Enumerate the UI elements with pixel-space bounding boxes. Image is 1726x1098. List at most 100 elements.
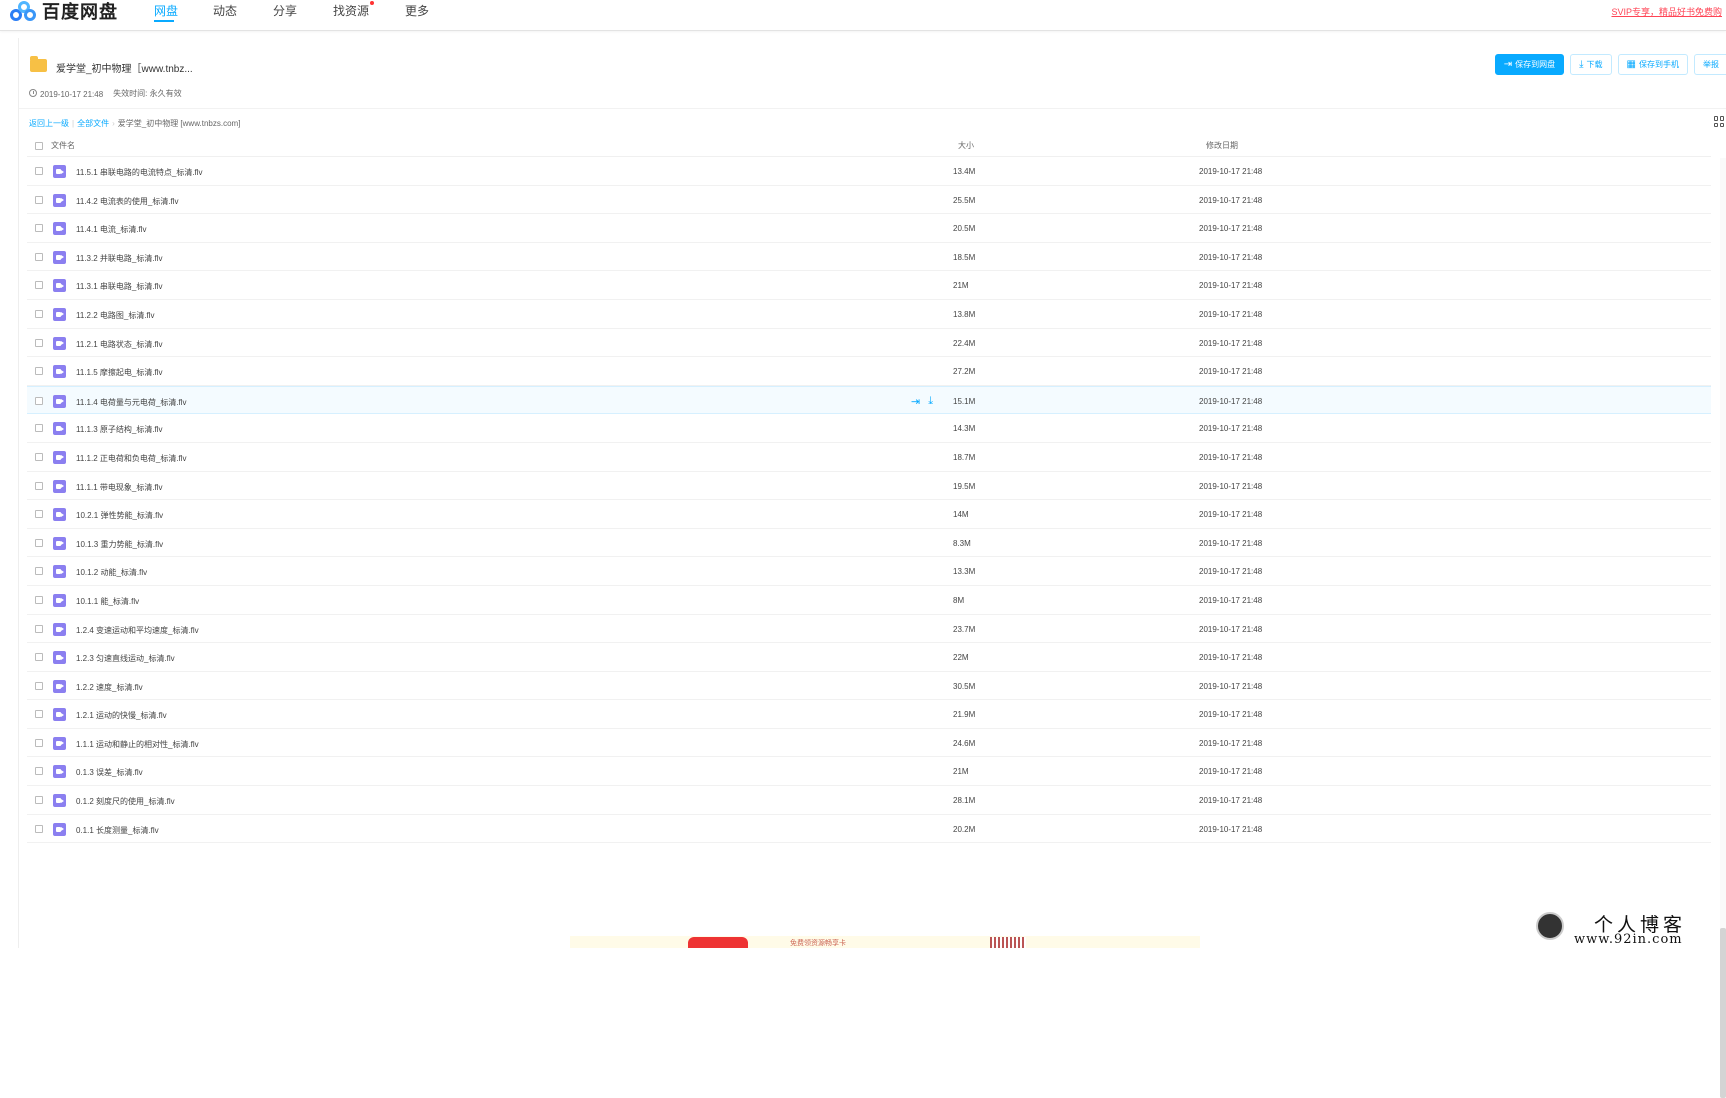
- file-row[interactable]: 1.2.4 变速运动和平均速度_标清.flv 23.7M 2019-10-17 21…: [27, 615, 1711, 644]
- file-row[interactable]: 0.1.1 长度测量_标清.flv 20.2M 2019-10-17 21:48: [27, 815, 1711, 844]
- scrollbar-thumb[interactable]: [1720, 928, 1726, 1098]
- file-name[interactable]: 11.1.4 电荷量与元电荷_标清.flv: [76, 397, 187, 408]
- file-name[interactable]: 11.4.1 电流_标清.flv: [76, 224, 147, 235]
- file-name[interactable]: 0.1.2 刻度尺的使用_标清.flv: [76, 796, 175, 807]
- file-checkbox[interactable]: [35, 338, 43, 347]
- scrollbar-track[interactable]: [1720, 158, 1726, 1098]
- file-checkbox[interactable]: [35, 424, 43, 433]
- row-download-icon[interactable]: ⤓: [928, 395, 933, 408]
- nav-netdisk[interactable]: 网盘: [154, 2, 178, 19]
- file-name[interactable]: 11.3.2 并联电路_标清.flv: [76, 253, 163, 264]
- file-name[interactable]: 1.2.4 变速运动和平均速度_标清.flv: [76, 625, 199, 636]
- file-row[interactable]: 11.1.5 摩擦起电_标清.flv 27.2M 2019-10-17 21:48: [27, 357, 1711, 386]
- file-checkbox[interactable]: [35, 195, 43, 204]
- file-row[interactable]: 11.1.4 电荷量与元电荷_标清.flv ⇥ ⤓ 15.1M 2019-10-17 2…: [27, 385, 1711, 415]
- file-checkbox[interactable]: [35, 824, 43, 833]
- file-row[interactable]: 11.1.2 正电荷和负电荷_标清.flv 18.7M 2019-10-17 21:…: [27, 443, 1711, 472]
- file-row[interactable]: 11.2.2 电路图_标清.flv 13.8M 2019-10-17 21:48: [27, 300, 1711, 329]
- file-checkbox[interactable]: [35, 738, 43, 747]
- file-row[interactable]: 1.2.1 运动的快慢_标清.flv 21.9M 2019-10-17 21:48: [27, 700, 1711, 729]
- file-row[interactable]: 1.2.3 匀速直线运动_标清.flv 22M 2019-10-17 21:48: [27, 643, 1711, 672]
- file-row[interactable]: 11.5.1 串联电路的电流特点_标清.flv 13.4M 2019-10-17 2…: [27, 157, 1711, 186]
- file-row[interactable]: 1.1.1 运动和静止的相对性_标清.flv 24.6M 2019-10-17 21…: [27, 729, 1711, 758]
- file-name[interactable]: 10.1.3 重力势能_标清.flv: [76, 539, 163, 550]
- file-name[interactable]: 11.1.2 正电荷和负电荷_标清.flv: [76, 453, 187, 464]
- video-file-icon: [53, 736, 66, 750]
- report-button[interactable]: 举报: [1694, 54, 1726, 75]
- row-save-icon[interactable]: ⇥: [911, 395, 920, 408]
- file-name[interactable]: 10.1.2 动能_标清.flv: [76, 567, 147, 578]
- download-button[interactable]: ⤓ 下载: [1570, 54, 1612, 75]
- file-size: 13.4M: [953, 167, 976, 176]
- column-header-date[interactable]: 修改日期: [1206, 140, 1238, 151]
- file-name[interactable]: 11.2.2 电路图_标清.flv: [76, 310, 155, 321]
- file-checkbox[interactable]: [35, 481, 43, 490]
- file-checkbox[interactable]: [35, 681, 43, 690]
- file-row[interactable]: 11.2.1 电路状态_标清.flv 22.4M 2019-10-17 21:48: [27, 329, 1711, 358]
- file-name[interactable]: 1.2.1 运动的快慢_标清.flv: [76, 710, 167, 721]
- file-checkbox[interactable]: [35, 624, 43, 633]
- file-row[interactable]: 11.3.2 并联电路_标清.flv 18.5M 2019-10-17 21:48: [27, 243, 1711, 272]
- file-row[interactable]: 0.1.2 刻度尺的使用_标清.flv 28.1M 2019-10-17 21:48: [27, 786, 1711, 815]
- file-name[interactable]: 11.1.1 带电现象_标清.flv: [76, 482, 163, 493]
- file-checkbox[interactable]: [35, 595, 43, 604]
- promo-banner[interactable]: 免费领资源畅享卡: [570, 936, 1200, 948]
- breadcrumb-all-files[interactable]: 全部文件: [77, 119, 109, 128]
- file-checkbox[interactable]: [35, 538, 43, 547]
- file-row[interactable]: 10.1.3 重力势能_标清.flv 8.3M 2019-10-17 21:48: [27, 529, 1711, 558]
- file-checkbox[interactable]: [35, 252, 43, 261]
- file-row[interactable]: 0.1.3 误差_标清.flv 21M 2019-10-17 21:48: [27, 757, 1711, 787]
- file-row[interactable]: 11.1.3 原子结构_标清.flv 14.3M 2019-10-17 21:48: [27, 414, 1711, 443]
- file-name[interactable]: 11.1.3 原子结构_标清.flv: [76, 424, 163, 435]
- svip-promo-link[interactable]: SVIP专享，精品好书免费购: [1611, 5, 1722, 18]
- file-name[interactable]: 1.2.3 匀速直线运动_标清.flv: [76, 653, 175, 664]
- file-row[interactable]: 11.3.1 串联电路_标清.flv 21M 2019-10-17 21:48: [27, 271, 1711, 300]
- file-checkbox[interactable]: [35, 510, 43, 519]
- file-name[interactable]: 11.4.2 电流表的使用_标清.flv: [76, 196, 179, 207]
- qrcode-icon: ▦: [1626, 59, 1636, 70]
- save-to-phone-button[interactable]: ▦ 保存到手机: [1617, 54, 1688, 75]
- file-name[interactable]: 11.3.1 串联电路_标清.flv: [76, 281, 163, 292]
- baidu-netdisk-logo[interactable]: 百度网盘: [10, 0, 118, 22]
- file-checkbox[interactable]: [35, 796, 43, 805]
- file-row[interactable]: 11.1.1 带电现象_标清.flv 19.5M 2019-10-17 21:48: [27, 472, 1711, 501]
- file-name[interactable]: 1.2.2 速度_标清.flv: [76, 682, 143, 693]
- file-checkbox[interactable]: [35, 710, 43, 719]
- file-row[interactable]: 10.1.1 能_标清.flv 8M 2019-10-17 21:48: [27, 586, 1711, 615]
- file-row[interactable]: 10.1.2 动能_标清.flv 13.3M 2019-10-17 21:48: [27, 557, 1711, 586]
- file-row[interactable]: 10.2.1 弹性势能_标清.flv 14M 2019-10-17 21:48: [27, 500, 1711, 529]
- breadcrumb-back[interactable]: 返回上一级: [29, 119, 69, 128]
- file-name[interactable]: 10.1.1 能_标清.flv: [76, 596, 139, 607]
- nav-more[interactable]: 更多: [405, 2, 429, 19]
- select-all-checkbox[interactable]: [35, 142, 43, 150]
- file-checkbox[interactable]: [35, 567, 43, 576]
- file-name[interactable]: 0.1.3 误差_标清.flv: [76, 767, 143, 778]
- file-checkbox[interactable]: [35, 281, 43, 290]
- file-name[interactable]: 11.2.1 电路状态_标清.flv: [76, 339, 163, 350]
- file-size: 13.3M: [953, 567, 976, 577]
- file-checkbox[interactable]: [35, 767, 43, 776]
- grid-view-icon[interactable]: [1714, 116, 1725, 127]
- file-checkbox[interactable]: [35, 452, 43, 461]
- file-row[interactable]: 11.4.2 电流表的使用_标清.flv 25.5M 2019-10-17 21:4…: [27, 186, 1711, 215]
- file-row[interactable]: 11.4.1 电流_标清.flv 20.5M 2019-10-17 21:48: [27, 214, 1711, 243]
- file-checkbox[interactable]: [35, 396, 43, 405]
- video-file-icon: [53, 250, 66, 264]
- file-name[interactable]: 10.2.1 弹性势能_标清.flv: [76, 510, 163, 521]
- column-header-size[interactable]: 大小: [958, 140, 974, 151]
- file-name[interactable]: 0.1.1 长度测量_标清.flv: [76, 825, 159, 836]
- file-checkbox[interactable]: [35, 309, 43, 318]
- save-to-netdisk-button[interactable]: ⇥ 保存到网盘: [1494, 54, 1565, 75]
- file-checkbox[interactable]: [35, 653, 43, 662]
- file-name[interactable]: 11.1.5 摩擦起电_标清.flv: [76, 367, 163, 378]
- nav-share[interactable]: 分享: [273, 2, 297, 19]
- file-name[interactable]: 11.5.1 串联电路的电流特点_标清.flv: [76, 167, 203, 178]
- file-checkbox[interactable]: [35, 367, 43, 376]
- nav-activity[interactable]: 动态: [213, 2, 237, 19]
- file-checkbox[interactable]: [35, 224, 43, 233]
- file-row[interactable]: 1.2.2 速度_标清.flv 30.5M 2019-10-17 21:48: [27, 672, 1711, 701]
- nav-find-resources[interactable]: 找资源: [333, 2, 369, 19]
- column-header-name[interactable]: 文件名: [51, 140, 75, 151]
- file-name[interactable]: 1.1.1 运动和静止的相对性_标清.flv: [76, 739, 199, 750]
- file-checkbox[interactable]: [35, 167, 43, 175]
